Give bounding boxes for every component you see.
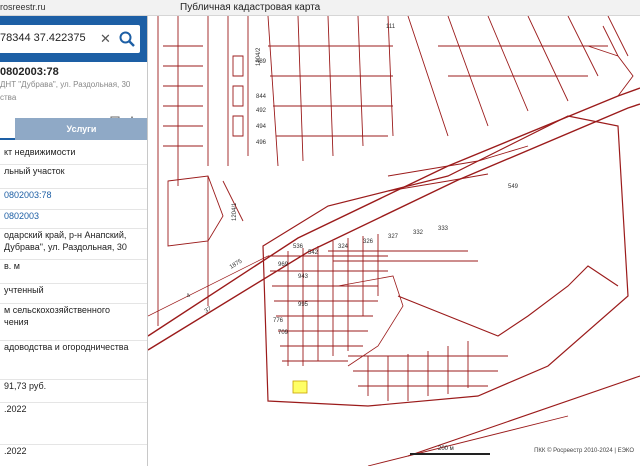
parcel-label: 709: [278, 330, 289, 336]
info-row-link[interactable]: 0802003: [0, 209, 147, 222]
browser-topbar: rosreestr.ru Публичная кадастровая карта: [0, 0, 640, 16]
info-row: адоводства и огородничества: [0, 340, 147, 353]
info-row: льный участок: [0, 164, 147, 177]
info-row: чения: [4, 317, 29, 327]
parcel-label: 776: [273, 318, 284, 324]
parcel-label: 111: [386, 24, 396, 30]
parcel-label: 542: [308, 250, 319, 256]
panel-tabs: Услуги: [0, 118, 147, 140]
parcel-label: 492: [256, 108, 267, 114]
parcel-label-549: 549: [508, 184, 519, 190]
road-label-4: 4: [186, 292, 193, 299]
parcel-label: 995: [298, 302, 309, 308]
cadastral-map[interactable]: 1204/2 1204/1 1875 37 4 549 489 844 492 …: [148, 16, 640, 466]
parcel-label: 943: [298, 274, 309, 280]
search-icon[interactable]: [118, 30, 136, 48]
scale-label: 200 м: [438, 446, 454, 452]
parcel-label: 324: [338, 244, 349, 250]
road-label-1204-1: 1204/1: [232, 202, 238, 221]
parcel-label: 327: [388, 234, 399, 240]
parcel-label: 489: [256, 59, 267, 65]
info-row: в. м: [0, 259, 147, 272]
parcel-label: 969: [278, 262, 289, 268]
object-address: ДНТ "Дубрава", ул. Раздольная, 30: [0, 80, 131, 89]
info-row: м сельскохозяйственного: [0, 303, 147, 316]
parcel-label: 494: [256, 124, 267, 130]
close-icon[interactable]: ✕: [100, 31, 111, 47]
tab-services[interactable]: Услуги: [15, 118, 147, 140]
object-type: ства: [0, 93, 17, 102]
app-title: Публичная кадастровая карта: [180, 2, 321, 13]
info-row: Дубрава", ул. Раздольная, 30: [4, 242, 127, 252]
map-copyright: ПКК © Росреестр 2010-2024 | ЕЭКО: [534, 448, 634, 454]
info-row-link[interactable]: 0802003:78: [0, 188, 147, 201]
info-row: .2022: [0, 402, 147, 415]
browser-url[interactable]: rosreestr.ru: [0, 2, 46, 12]
scale-bar: [410, 453, 490, 455]
selected-parcel[interactable]: [292, 380, 308, 394]
parcel-label: 332: [413, 230, 424, 236]
search-input[interactable]: 78344 37.422375 ✕: [0, 25, 140, 53]
info-panel: 78344 37.422375 ✕ 0802003:78 ДНТ "Дубрав…: [0, 16, 148, 466]
info-row: учтенный: [0, 283, 147, 296]
parcel-label: 496: [256, 140, 267, 146]
parcel-label: 326: [363, 239, 374, 245]
info-row: одарский край, р-н Анапский,: [0, 228, 147, 241]
parcel-label: 333: [438, 226, 449, 232]
tab-info[interactable]: [0, 118, 15, 140]
parcel-label: 536: [293, 244, 304, 250]
info-row: .2022: [0, 444, 147, 457]
object-number: 0802003:78: [0, 66, 59, 78]
info-row: 91,73 руб.: [0, 379, 147, 392]
search-input-value: 78344 37.422375: [0, 32, 86, 44]
map-canvas[interactable]: 1204/2 1204/1 1875 37 4 549 489 844 492 …: [148, 16, 640, 466]
road-label-37: 37: [204, 306, 213, 315]
parcel-label: 844: [256, 94, 267, 100]
search-bar: 78344 37.422375 ✕: [0, 16, 147, 62]
info-row: кт недвижимости: [4, 147, 76, 157]
